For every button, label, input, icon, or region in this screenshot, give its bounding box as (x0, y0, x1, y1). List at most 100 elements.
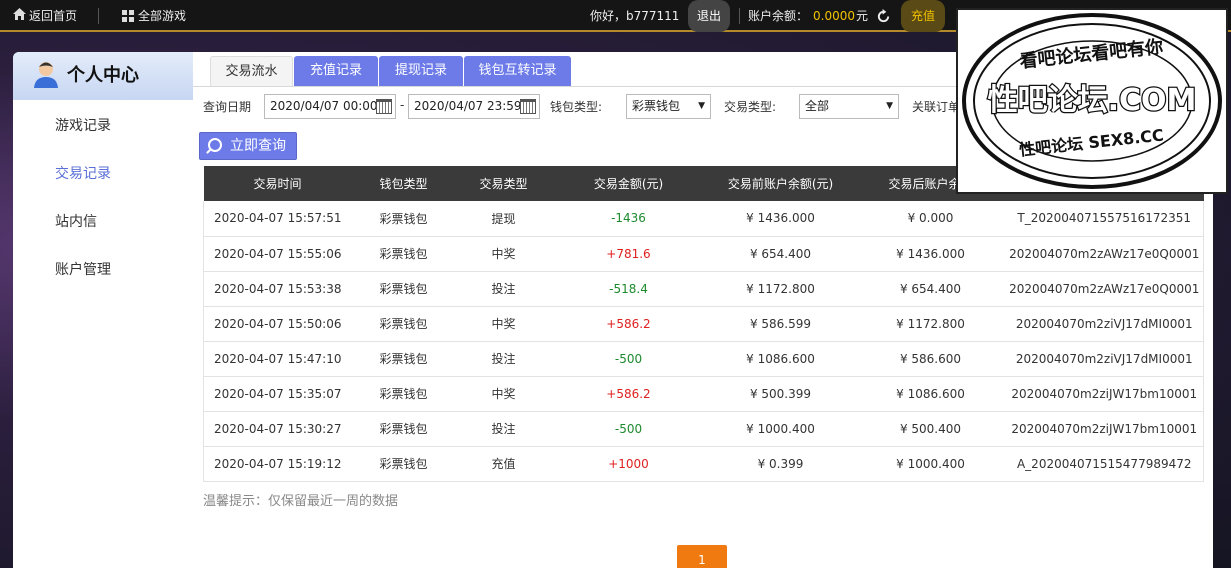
user-avatar-icon (33, 59, 59, 88)
cell-amount: +781.6 (551, 236, 706, 272)
date-end-input[interactable]: 2020/04/07 23:59 (408, 94, 540, 119)
cell-balance-after: ¥ 1000.400 (855, 446, 1006, 482)
cell-amount: -518.4 (551, 271, 706, 307)
sidebar-item-account-management[interactable]: 账户管理 (13, 246, 193, 294)
calendar-icon[interactable] (520, 99, 536, 114)
cell-order-id: 202004070m2zAWz17e0Q0001 (1005, 236, 1204, 272)
cell-balance-before: ¥ 586.599 (705, 306, 856, 342)
cell-time: 2020-04-07 15:53:38 (203, 271, 352, 307)
watermark-stamp: 看吧论坛看吧有你 性吧论坛.COM 性吧论坛 SEX8.CC (956, 8, 1228, 194)
table-row: 2020-04-07 15:57:51 彩票钱包 提现 -1436 ¥ 1436.000… (203, 201, 1204, 237)
cell-order-id: 202004070m2ziVJ17dMI0001 (1005, 341, 1204, 377)
cell-wallet-type: 彩票钱包 (351, 306, 456, 342)
date-start-value: 2020/04/07 00:00 (270, 99, 378, 113)
related-order-label: 关联订单 (912, 100, 961, 114)
tab-withdraw-records[interactable]: 提现记录 (379, 56, 463, 86)
cell-balance-before: ¥ 500.399 (705, 376, 856, 412)
grid-icon (122, 10, 134, 22)
cell-wallet-type: 彩票钱包 (351, 411, 456, 447)
cell-order-id: 202004070m2ziJW17bm10001 (1005, 376, 1204, 412)
cell-amount: +586.2 (551, 306, 706, 342)
cell-wallet-type: 彩票钱包 (351, 271, 456, 307)
cell-order-id: T_202004071557516172351 (1005, 201, 1204, 237)
transaction-type-label: 交易类型: (724, 100, 777, 114)
cell-time: 2020-04-07 15:19:12 (203, 446, 352, 482)
transaction-type-select[interactable]: 全部 ▼ (799, 94, 899, 119)
cell-balance-before: ¥ 1086.600 (705, 341, 856, 377)
header-wallet-type: 钱包类型 (351, 166, 456, 201)
tab-wallet-transfer-records[interactable]: 钱包互转记录 (464, 56, 571, 86)
table-row: 2020-04-07 15:30:27 彩票钱包 投注 -500 ¥ 1000.400 ¥… (203, 411, 1204, 447)
table-row: 2020-04-07 15:35:07 彩票钱包 中奖 +586.2 ¥ 500.399… (203, 376, 1204, 412)
cell-amount: -1436 (551, 201, 706, 237)
date-separator: - (400, 98, 405, 112)
refresh-icon[interactable] (876, 0, 891, 32)
home-icon (12, 0, 26, 32)
date-start-input[interactable]: 2020/04/07 00:00 (264, 94, 396, 119)
cell-balance-after: ¥ 1086.600 (855, 376, 1006, 412)
cell-transaction-type: 投注 (455, 271, 552, 307)
cell-transaction-type: 充值 (455, 446, 552, 482)
recharge-button[interactable]: 充值 (901, 0, 946, 32)
cell-balance-before: ¥ 1000.400 (705, 411, 856, 447)
cell-wallet-type: 彩票钱包 (351, 341, 456, 377)
tab-recharge-records[interactable]: 充值记录 (294, 56, 378, 86)
cell-time: 2020-04-07 15:47:10 (203, 341, 352, 377)
all-games-label: 全部游戏 (138, 9, 187, 23)
logout-button[interactable]: 退出 (688, 0, 731, 32)
header-amount: 交易金额(元) (551, 166, 706, 201)
balance-value: 0.0000 (813, 9, 855, 23)
sidebar-item-messages[interactable]: 站内信 (13, 198, 193, 246)
cell-balance-after: ¥ 500.400 (855, 411, 1006, 447)
calendar-icon[interactable] (376, 99, 392, 114)
table-row: 2020-04-07 15:55:06 彩票钱包 中奖 +781.6 ¥ 654.400… (203, 236, 1204, 272)
watermark-main-text: 性吧论坛.COM (988, 83, 1197, 118)
date-label: 查询日期 (203, 100, 252, 114)
wallet-type-select[interactable]: 彩票钱包 ▼ (626, 94, 711, 119)
cell-amount: +586.2 (551, 376, 706, 412)
balance-unit: 元 (856, 9, 869, 23)
cell-balance-before: ¥ 0.399 (705, 446, 856, 482)
sidebar-header: 个人中心 (13, 52, 193, 100)
transaction-table: 交易时间 钱包类型 交易类型 交易金额(元) 交易前账户余额(元) 交易后账户余… (203, 166, 1204, 482)
sidebar-item-game-records[interactable]: 游戏记录 (13, 102, 193, 150)
cell-transaction-type: 投注 (455, 411, 552, 447)
cell-transaction-type: 提现 (455, 201, 552, 237)
cell-order-id: 202004070m2ziVJ17dMI0001 (1005, 306, 1204, 342)
home-label: 返回首页 (29, 9, 78, 23)
cell-order-id: A_202004071515477989472 (1005, 446, 1204, 482)
header-balance-before: 交易前账户余额(元) (705, 166, 856, 201)
cell-transaction-type: 中奖 (455, 236, 552, 272)
all-games-link[interactable]: 全部游戏 (122, 0, 186, 32)
pagination-page-1[interactable]: 1 (677, 545, 727, 568)
cell-order-id: 202004070m2ziJW17bm10001 (1005, 411, 1204, 447)
cell-wallet-type: 彩票钱包 (351, 201, 456, 237)
query-button-label: 立即查询 (230, 138, 286, 154)
greeting-text: 你好，b777111 (590, 9, 680, 23)
topbar-divider-2 (739, 8, 740, 24)
cell-time: 2020-04-07 15:50:06 (203, 306, 352, 342)
cell-balance-before: ¥ 1436.000 (705, 201, 856, 237)
query-button[interactable]: 立即查询 (199, 132, 297, 160)
watermark-bottom-text: 性吧论坛 SEX8.CC (1018, 126, 1164, 160)
table-row: 2020-04-07 15:50:06 彩票钱包 中奖 +586.2 ¥ 586.599… (203, 306, 1204, 342)
cell-balance-before: ¥ 1172.800 (705, 271, 856, 307)
cell-amount: +1000 (551, 446, 706, 482)
tip-text: 温馨提示：仅保留最近一周的数据 (203, 494, 399, 509)
cell-transaction-type: 投注 (455, 341, 552, 377)
table-row: 2020-04-07 15:19:12 彩票钱包 充值 +1000 ¥ 0.399 ¥ 1… (203, 446, 1204, 482)
table-row: 2020-04-07 15:47:10 彩票钱包 投注 -500 ¥ 1086.600 ¥… (203, 341, 1204, 377)
dropdown-arrow-icon: ▼ (698, 101, 705, 111)
tab-transaction-flow[interactable]: 交易流水 (210, 56, 293, 86)
cell-amount: -500 (551, 341, 706, 377)
header-transaction-type: 交易类型 (455, 166, 552, 201)
sidebar-item-transaction-records[interactable]: 交易记录 (13, 150, 193, 198)
cell-wallet-type: 彩票钱包 (351, 446, 456, 482)
cell-wallet-type: 彩票钱包 (351, 236, 456, 272)
cell-time: 2020-04-07 15:55:06 (203, 236, 352, 272)
header-time: 交易时间 (203, 166, 352, 201)
topbar-divider (98, 8, 99, 24)
home-link[interactable]: 返回首页 (12, 0, 77, 32)
date-end-value: 2020/04/07 23:59 (414, 99, 522, 113)
cell-wallet-type: 彩票钱包 (351, 376, 456, 412)
